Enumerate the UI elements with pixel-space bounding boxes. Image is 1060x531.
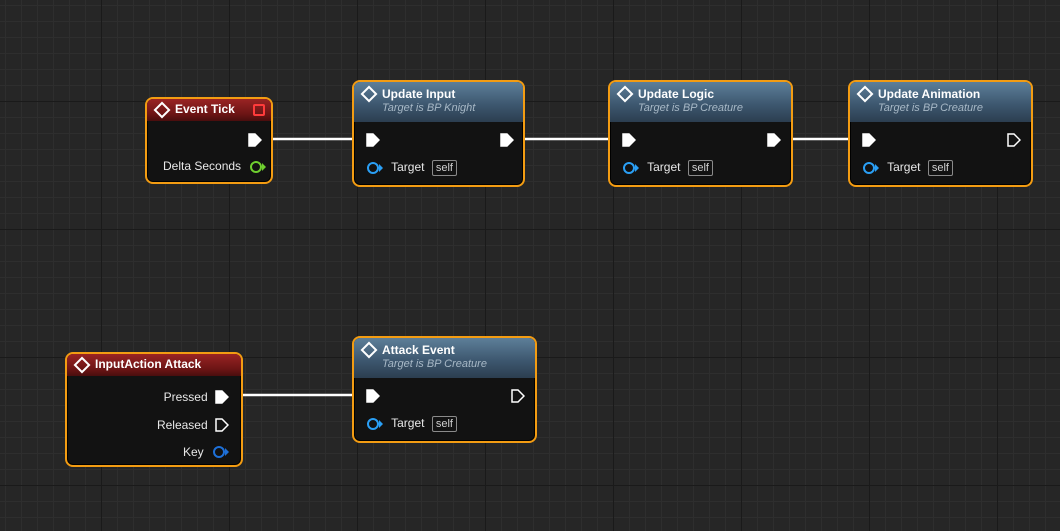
exec-arrow-outline-icon — [1007, 133, 1021, 147]
target-pin-row[interactable]: Target self — [367, 160, 457, 176]
exec-arrow-icon — [767, 133, 781, 147]
exec-arrow-icon — [862, 133, 876, 147]
pin-arrow-icon — [875, 163, 879, 172]
exec-output-pin[interactable] — [248, 133, 262, 147]
target-label: Target — [391, 160, 425, 174]
target-self-default[interactable]: self — [431, 416, 457, 432]
update-logic-title: Update Logic — [638, 87, 715, 101]
event-tick-node[interactable]: Event Tick Delta Seconds — [145, 97, 273, 184]
update-animation-subtitle: Target is BP Creature — [878, 102, 983, 114]
float-pin-icon[interactable] — [250, 160, 263, 173]
input-action-attack-title: InputAction Attack — [95, 357, 202, 371]
update-animation-header[interactable]: Update Animation Target is BP Creature — [850, 82, 1031, 122]
attack-event-header[interactable]: Attack Event Target is BP Creature — [354, 338, 535, 378]
target-pin-row[interactable]: Target self — [863, 160, 953, 176]
exec-arrow-icon — [215, 390, 229, 404]
pin-arrow-icon — [379, 163, 383, 172]
exec-output-pin-unconnected[interactable] — [1007, 133, 1021, 147]
pin-arrow-icon — [635, 163, 639, 172]
attack-event-subtitle: Target is BP Creature — [382, 358, 487, 370]
exec-arrow-icon — [366, 133, 380, 147]
input-action-attack-header[interactable]: InputAction Attack — [67, 354, 241, 376]
target-self-default[interactable]: self — [687, 160, 713, 176]
key-pin-row[interactable]: Key — [183, 444, 229, 459]
target-label: Target — [647, 160, 681, 174]
exec-output-pin[interactable] — [767, 133, 781, 147]
object-pin-icon[interactable] — [367, 161, 379, 174]
target-self-default[interactable]: self — [927, 160, 953, 176]
exec-output-pin-unconnected[interactable] — [215, 418, 229, 432]
update-logic-subtitle: Target is BP Creature — [638, 102, 743, 114]
event-diamond-icon — [153, 101, 171, 119]
released-label: Released — [156, 417, 208, 432]
pin-arrow-icon — [225, 447, 229, 456]
key-label: Key — [182, 444, 204, 459]
delta-seconds-label: Delta Seconds — [163, 159, 242, 173]
exec-arrow-outline-icon — [215, 418, 229, 432]
input-action-attack-node[interactable]: InputAction Attack Pressed Released Key — [65, 352, 243, 467]
update-input-node[interactable]: Update Input Target is BP Knight Target … — [352, 80, 525, 187]
pin-arrow-icon — [262, 162, 267, 171]
exec-input-pin[interactable] — [622, 133, 636, 147]
update-logic-node[interactable]: Update Logic Target is BP Creature Targe… — [608, 80, 793, 187]
delta-seconds-pin-row[interactable]: Delta Seconds — [163, 159, 267, 173]
delegate-square-icon[interactable] — [253, 104, 265, 116]
target-pin-row[interactable]: Target self — [367, 416, 457, 432]
update-animation-node[interactable]: Update Animation Target is BP Creature T… — [848, 80, 1033, 187]
object-pin-icon[interactable] — [863, 161, 875, 174]
exec-output-pin[interactable] — [215, 390, 229, 404]
function-diamond-icon — [856, 85, 874, 103]
pressed-pin-row[interactable]: Pressed — [164, 389, 229, 404]
exec-arrow-outline-icon — [511, 389, 525, 403]
object-pin-icon[interactable] — [623, 161, 635, 174]
exec-arrow-icon — [248, 133, 262, 147]
function-diamond-icon — [360, 341, 378, 359]
update-logic-header[interactable]: Update Logic Target is BP Creature — [610, 82, 791, 122]
update-input-title: Update Input — [382, 87, 456, 101]
exec-output-pin-unconnected[interactable] — [511, 389, 525, 403]
event-tick-header[interactable]: Event Tick — [147, 99, 271, 121]
released-pin-row[interactable]: Released — [157, 417, 229, 432]
attack-event-node[interactable]: Attack Event Target is BP Creature Targe… — [352, 336, 537, 443]
exec-output-pin[interactable] — [500, 133, 514, 147]
target-label: Target — [887, 160, 921, 174]
target-self-default[interactable]: self — [431, 160, 457, 176]
exec-arrow-icon — [366, 389, 380, 403]
pressed-label: Pressed — [163, 389, 208, 404]
exec-input-pin[interactable] — [366, 133, 380, 147]
update-input-subtitle: Target is BP Knight — [382, 102, 476, 114]
pin-arrow-icon — [379, 419, 383, 428]
exec-input-pin[interactable] — [862, 133, 876, 147]
exec-input-pin[interactable] — [366, 389, 380, 403]
exec-arrow-icon — [500, 133, 514, 147]
exec-arrow-icon — [622, 133, 636, 147]
event-diamond-icon — [73, 356, 91, 374]
object-pin-icon[interactable] — [367, 417, 379, 430]
function-diamond-icon — [360, 85, 378, 103]
target-label: Target — [391, 416, 425, 430]
update-animation-title: Update Animation — [878, 87, 981, 101]
struct-pin-icon[interactable] — [213, 445, 225, 458]
attack-event-title: Attack Event — [382, 343, 455, 357]
update-input-header[interactable]: Update Input Target is BP Knight — [354, 82, 523, 122]
target-pin-row[interactable]: Target self — [623, 160, 713, 176]
function-diamond-icon — [616, 85, 634, 103]
